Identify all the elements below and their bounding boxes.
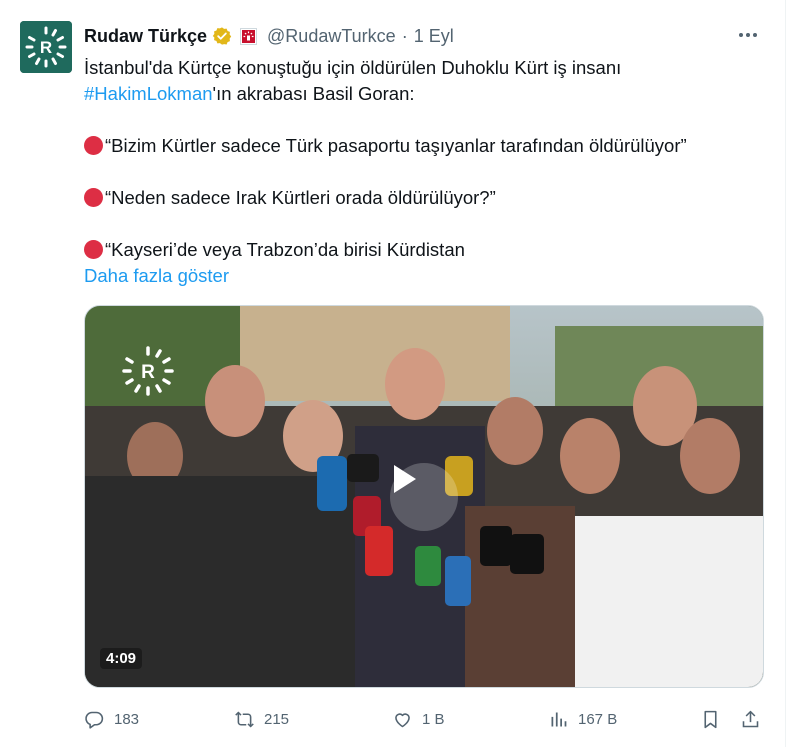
tweet-date[interactable]: 1 Eyl	[414, 26, 454, 47]
tweet-text: İstanbul'da Kürtçe konuştuğu için öldürü…	[84, 55, 764, 289]
repost-button[interactable]: 215	[234, 706, 289, 732]
action-bar: 183 215 1 B 167 B	[84, 706, 764, 732]
separator-dot: ·	[401, 25, 408, 46]
views-icon	[551, 712, 567, 726]
tweet-line-2: #HakimLokman'ın akrabası Basil Goran:	[84, 81, 764, 107]
svg-text:R: R	[40, 38, 52, 57]
like-icon	[395, 712, 410, 727]
display-name[interactable]: Rudaw Türkçe	[84, 26, 207, 47]
tweet-card[interactable]: R Rudaw Türkçe @RudawTurkce · 1 Eyl İsta…	[0, 0, 786, 747]
bookmark-icon	[704, 710, 717, 728]
tweet-header: Rudaw Türkçe @RudawTurkce · 1 Eyl	[84, 22, 454, 50]
reply-count: 183	[114, 710, 140, 728]
quote-1: “Bizim Kürtler sadece Türk pasaportu taş…	[84, 133, 764, 159]
hashtag-link[interactable]: #HakimLokman	[84, 83, 213, 104]
share-icon	[742, 710, 759, 727]
tweet-line-1: İstanbul'da Kürtçe konuştuğu için öldürü…	[84, 57, 622, 78]
bookmark-button[interactable]	[700, 706, 721, 732]
share-button[interactable]	[740, 706, 761, 732]
like-button[interactable]: 1 B	[392, 706, 445, 732]
reply-icon	[85, 711, 104, 729]
video-duration: 4:09	[100, 648, 143, 669]
avatar[interactable]: R	[20, 21, 72, 73]
quote-3-text: “Kayseri’de veya Trabzon’da birisi Kürdi…	[105, 239, 465, 260]
red-circle-icon	[84, 136, 103, 155]
more-icon[interactable]	[733, 24, 763, 46]
repost-icon	[235, 711, 254, 727]
like-count: 1 B	[422, 710, 445, 728]
affiliate-badge-icon[interactable]	[240, 27, 258, 45]
quote-3: “Kayseri’de veya Trabzon’da birisi Kürdi…	[84, 237, 764, 263]
tweet-line-2-rest: 'ın akrabası Basil Goran:	[212, 83, 415, 104]
views-count: 167 B	[578, 710, 618, 728]
red-circle-icon	[84, 240, 103, 259]
rudaw-logo-icon: R	[20, 21, 72, 73]
views-button[interactable]: 167 B	[548, 706, 617, 732]
show-more-label[interactable]: Daha fazla göster	[84, 265, 229, 286]
repost-count: 215	[264, 710, 290, 728]
quote-2-text: “Neden sadece Irak Kürtleri orada öldürü…	[105, 187, 496, 208]
video-player[interactable]: R 4:09	[84, 305, 764, 688]
red-circle-icon	[84, 188, 103, 207]
svg-text:R: R	[141, 362, 155, 383]
quote-2: “Neden sadece Irak Kürtleri orada öldürü…	[84, 185, 764, 211]
quote-1-text: “Bizim Kürtler sadece Türk pasaportu taş…	[105, 135, 687, 156]
reply-button[interactable]: 183	[84, 706, 139, 732]
handle[interactable]: @RudawTurkce	[267, 26, 396, 47]
show-more-link[interactable]: Daha fazla göster	[84, 263, 764, 289]
play-icon[interactable]	[390, 463, 458, 531]
verified-gold-icon[interactable]	[212, 26, 232, 46]
